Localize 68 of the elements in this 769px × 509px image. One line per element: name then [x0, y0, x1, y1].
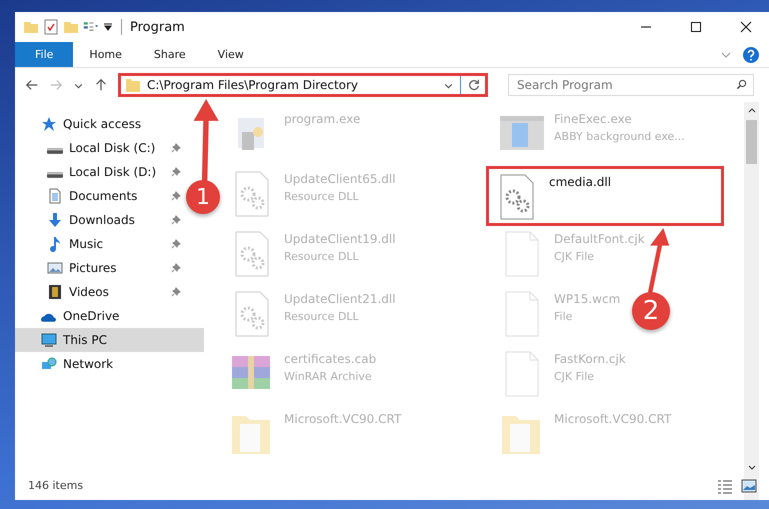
drive-icon — [47, 148, 63, 154]
file-name: UpdateClient21.dll — [284, 292, 396, 306]
sidebar-item[interactable]: This PC — [15, 328, 204, 352]
ribbon-tab[interactable]: View — [202, 42, 260, 67]
file-name: FastKorn.cjk — [554, 352, 626, 366]
sidebar-item[interactable]: Music — [15, 232, 185, 256]
drive-icon — [47, 172, 63, 178]
file-name: UpdateClient65.dll — [284, 172, 396, 186]
file-name: Microsoft.VC90.CRT — [554, 412, 672, 426]
file-name: WP15.wcm — [554, 292, 620, 306]
file-type: File — [554, 310, 574, 323]
down-arrow-icon — [47, 212, 63, 228]
film-icon — [47, 284, 63, 300]
up-arrow-icon[interactable] — [94, 78, 108, 92]
large-icons-view-icon[interactable] — [741, 478, 757, 494]
item-count: 146 items — [27, 479, 84, 492]
file-name: DefaultFont.cjk — [554, 232, 645, 246]
scrollbar[interactable] — [744, 102, 759, 500]
refresh-icon[interactable] — [467, 78, 481, 92]
file-type: ABBY background exe... — [554, 130, 685, 143]
sidebar-item[interactable]: Local Disk (C:) — [15, 136, 185, 160]
properties-icon — [43, 19, 59, 35]
help-icon[interactable] — [743, 46, 759, 62]
caret-icon[interactable] — [103, 22, 113, 32]
file-type: Resource DLL — [284, 190, 360, 203]
music-note-icon — [47, 236, 63, 252]
cloud-icon — [41, 313, 57, 322]
sidebar-item[interactable]: Videos — [15, 280, 185, 304]
picture-icon — [47, 260, 63, 276]
sidebar-item[interactable]: Quick access — [15, 112, 204, 136]
maximize-icon — [690, 21, 702, 33]
folder-icon — [23, 19, 39, 35]
sidebar-item[interactable]: Documents — [15, 184, 185, 208]
sidebar-item[interactable]: Local Disk (D:) — [15, 160, 185, 184]
star-icon — [41, 116, 57, 132]
file-name: FineExec.exe — [554, 112, 633, 126]
file-type: CJK File — [554, 370, 596, 383]
back-arrow-icon[interactable] — [25, 78, 39, 92]
file-item[interactable]: cmedia.dll — [486, 166, 724, 226]
search-field[interactable]: Search Program — [508, 74, 754, 96]
ribbon-tab[interactable]: File — [15, 42, 74, 67]
sidebar-item[interactable]: OneDrive — [15, 304, 204, 328]
scrollbar-thumb[interactable] — [746, 120, 757, 164]
file-name: UpdateClient19.dll — [284, 232, 396, 246]
file-name: program.exe — [284, 112, 360, 126]
new-folder-icon — [63, 19, 79, 35]
file-type: WinRAR Archive — [284, 370, 373, 383]
search-icon — [736, 79, 747, 90]
document-icon — [47, 188, 63, 204]
ribbon-tab[interactable]: Home — [73, 42, 138, 67]
sidebar-item[interactable]: Network — [15, 352, 204, 376]
file-type: Resource DLL — [284, 310, 360, 323]
window-title: Program — [130, 20, 185, 34]
folder-icon — [125, 77, 141, 93]
sidebar-item[interactable]: Pictures — [15, 256, 185, 280]
file-type: CJK File — [554, 250, 596, 263]
sidebar-item[interactable]: Downloads — [15, 208, 185, 232]
address-path: C:\Program Files\Program Directory — [147, 78, 360, 92]
file-type: Resource DLL — [284, 250, 360, 263]
monitor-icon — [41, 332, 57, 348]
file-name: certificates.cab — [284, 352, 376, 366]
address-bar[interactable]: C:\Program Files\Program Directory — [118, 73, 488, 97]
details-view-icon[interactable] — [717, 478, 733, 494]
network-icon — [41, 356, 57, 372]
ribbon-tab[interactable]: Share — [138, 42, 202, 67]
file-name: Microsoft.VC90.CRT — [284, 412, 402, 426]
file-name: cmedia.dll — [549, 175, 612, 189]
close-icon — [740, 21, 752, 33]
